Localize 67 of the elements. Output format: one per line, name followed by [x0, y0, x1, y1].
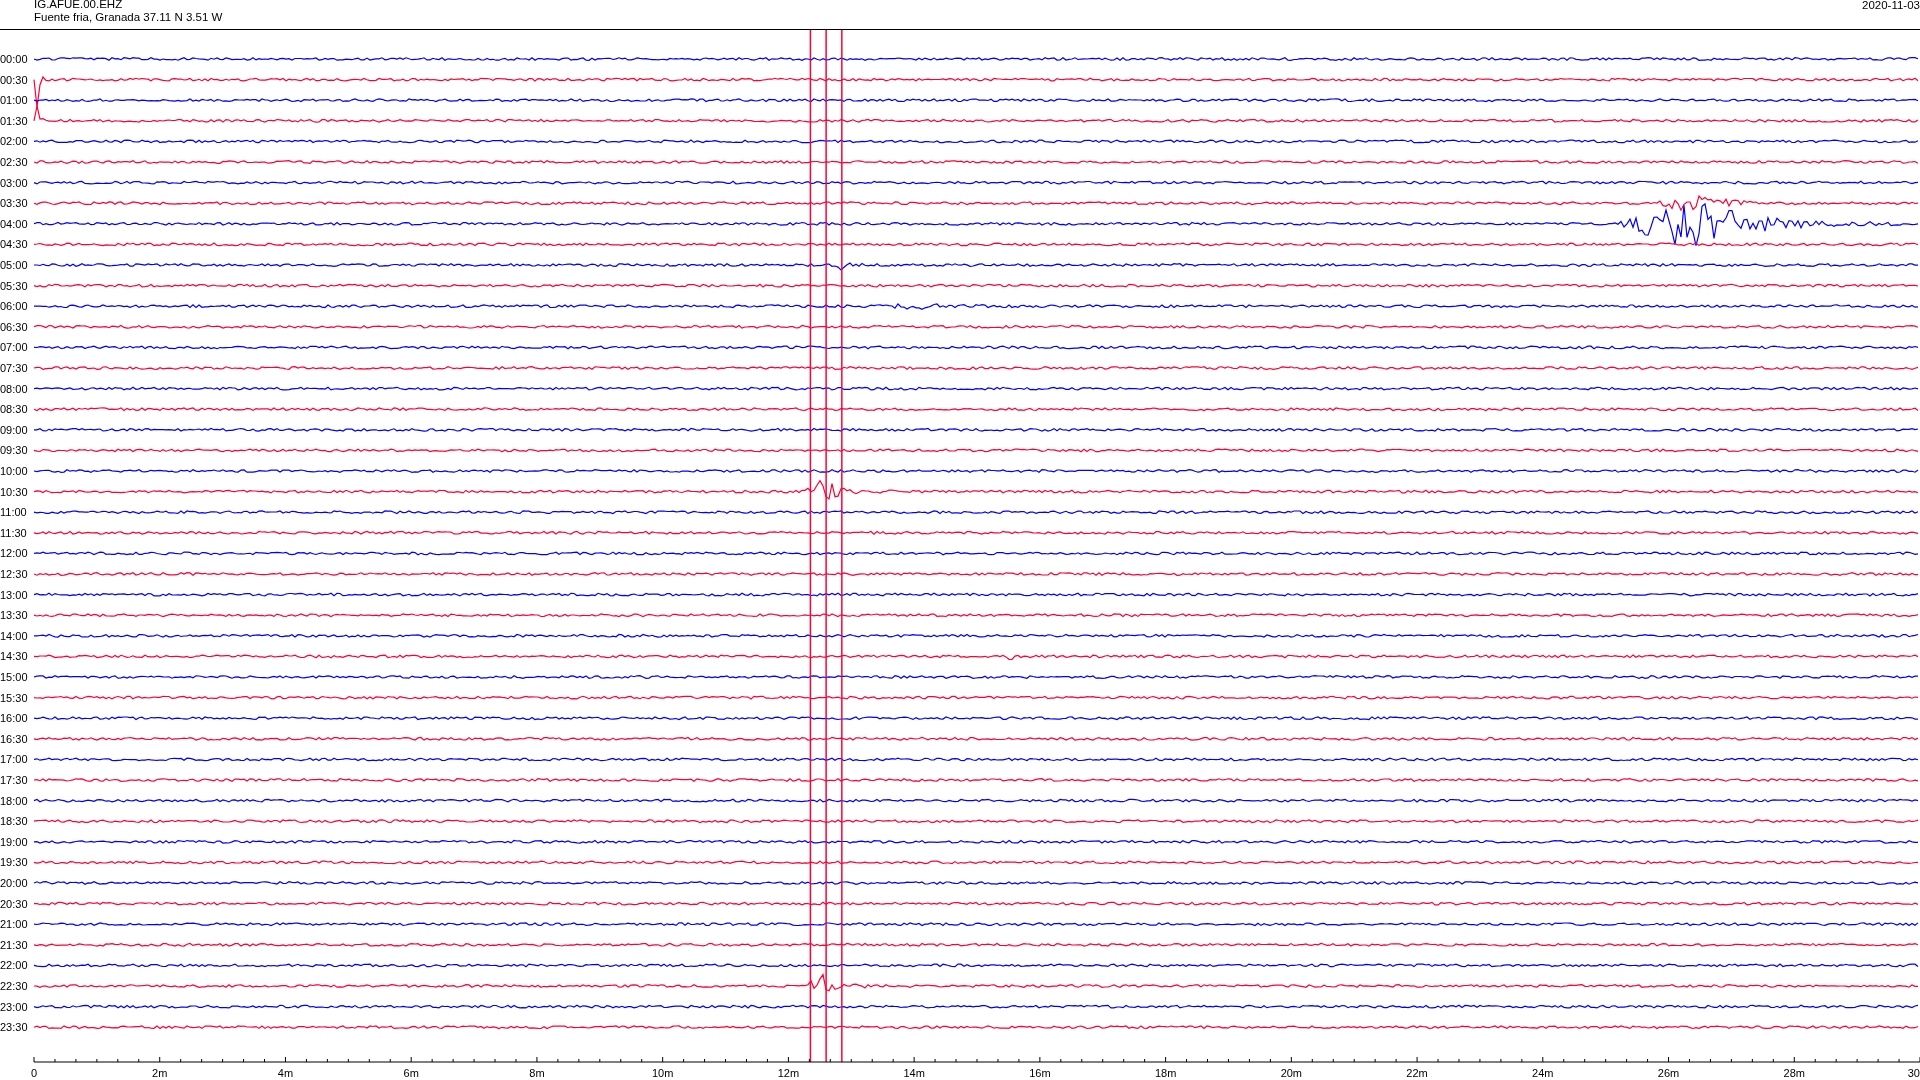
time-label: 08:30: [0, 403, 28, 416]
time-label: 01:00: [0, 94, 28, 107]
time-label: 00:30: [0, 73, 28, 86]
time-label: 00:00: [0, 53, 28, 65]
axis-tick-label: 16m: [1029, 1067, 1051, 1079]
time-label: 01:30: [0, 114, 28, 127]
axis-tick-label: 2m: [152, 1067, 168, 1079]
record-date: 2020-11-03: [1862, 0, 1920, 12]
time-label: 22:00: [0, 959, 28, 972]
axis-tick-label: 26m: [1657, 1067, 1680, 1079]
time-label: 17:00: [0, 753, 28, 766]
time-label: 15:00: [0, 671, 28, 683]
axis-tick-label: 12m: [777, 1067, 800, 1079]
time-label: 05:00: [0, 259, 28, 271]
time-label: 11:00: [0, 506, 27, 519]
axis-tick-label: 8m: [529, 1067, 545, 1079]
time-label: 15:30: [0, 691, 28, 704]
time-label: 20:30: [0, 897, 28, 910]
time-label: 18:00: [0, 794, 28, 807]
axis-tick-label: 0: [30, 1067, 38, 1079]
time-label: 04:30: [0, 238, 28, 251]
time-label: 14:00: [0, 629, 28, 642]
time-label: 02:30: [0, 156, 28, 168]
time-label: 07:00: [0, 341, 28, 354]
time-label: 16:30: [0, 732, 28, 745]
time-label: 20:00: [0, 877, 28, 889]
time-label: 14:30: [0, 650, 28, 663]
axis-tick-label: 14m: [903, 1067, 925, 1079]
time-label: 23:00: [0, 1000, 28, 1013]
axis-tick-label: 4m: [277, 1067, 294, 1079]
axis-tick-label: 18m: [1154, 1067, 1177, 1079]
time-label: 19:00: [0, 835, 28, 848]
time-label: 08:00: [0, 382, 28, 395]
time-label: 05:30: [0, 279, 28, 292]
time-label: 03:00: [0, 176, 28, 189]
axis-tick-label: 20m: [1280, 1067, 1303, 1079]
time-label: 13:30: [0, 609, 28, 622]
time-label: 03:30: [0, 197, 28, 210]
time-label: 17:30: [0, 774, 28, 786]
time-label: 06:30: [0, 320, 28, 333]
time-label: 22:30: [0, 980, 28, 992]
station-location: Fuente fria, Granada 37.11 N 3.51 W: [34, 11, 223, 24]
time-label: 04:00: [0, 217, 28, 230]
time-label: 11:30: [0, 526, 27, 539]
axis-tick-label: 28m: [1783, 1067, 1805, 1079]
time-label: 13:00: [0, 588, 28, 601]
time-label: 23:30: [0, 1021, 28, 1034]
time-label: 02:00: [0, 135, 28, 148]
time-label: 21:00: [0, 918, 28, 931]
time-label: 10:30: [0, 485, 28, 498]
axis-tick-label: 30: [1907, 1067, 1920, 1079]
axis-tick-label: 22m: [1406, 1067, 1428, 1079]
time-label: 07:30: [0, 362, 28, 374]
time-label: 06:00: [0, 300, 28, 313]
axis-tick-label: 24m: [1532, 1067, 1554, 1079]
time-label: 21:30: [0, 938, 28, 951]
time-label: 19:30: [0, 856, 28, 869]
time-label: 10:00: [0, 465, 28, 477]
time-label: 16:00: [0, 712, 28, 725]
axis-tick-label: 6m: [403, 1067, 419, 1079]
time-label: 12:00: [0, 547, 28, 560]
station-code: IG.AFUE.00.EHZ: [34, 0, 124, 11]
time-label: 12:30: [0, 568, 28, 580]
axis-tick-label: 10m: [651, 1067, 674, 1079]
time-label: 09:30: [0, 444, 28, 457]
time-label: 18:30: [0, 815, 28, 828]
time-label: 09:00: [0, 423, 28, 436]
